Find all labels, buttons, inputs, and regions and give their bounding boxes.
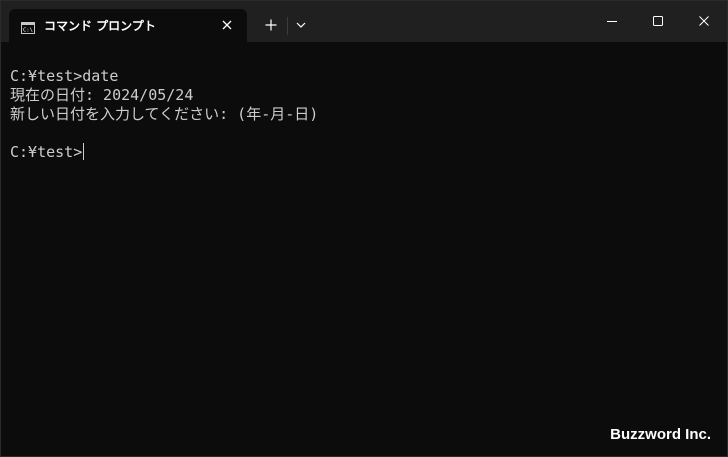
title-bar: C:\ コマンド プロンプト <box>1 1 727 42</box>
maximize-icon <box>653 16 663 26</box>
tab-separator <box>287 17 288 35</box>
chevron-down-icon <box>296 22 306 28</box>
watermark: Buzzword Inc. <box>610 426 711 443</box>
minimize-icon <box>607 21 617 22</box>
terminal-prompt-line: C:¥test> <box>10 143 719 162</box>
close-icon <box>699 16 709 26</box>
window-close-button[interactable] <box>681 1 727 41</box>
terminal-line: 現在の日付: 2024/05/24 <box>10 86 194 104</box>
close-icon[interactable] <box>219 17 235 33</box>
terminal-output[interactable]: C:¥test>date 現在の日付: 2024/05/24 新しい日付を入力し… <box>10 67 719 448</box>
tab-title: コマンド プロンプト <box>44 19 156 33</box>
tab-command-prompt[interactable]: C:\ コマンド プロンプト <box>9 9 247 42</box>
terminal-window: C:\ コマンド プロンプト C:¥test>date 現在の日付: 2024/… <box>0 0 728 457</box>
cmd-icon: C:\ <box>21 19 35 34</box>
new-tab-button[interactable] <box>259 14 283 36</box>
terminal-prompt: C:¥test> <box>10 143 83 161</box>
svg-text:C:\: C:\ <box>23 28 33 34</box>
text-cursor <box>83 143 85 160</box>
terminal-line: C:¥test>date <box>10 67 119 85</box>
maximize-button[interactable] <box>635 1 681 41</box>
minimize-button[interactable] <box>589 1 635 41</box>
terminal-line: 新しい日付を入力してください: (年-月-日) <box>10 105 319 123</box>
tab-dropdown-button[interactable] <box>291 14 311 36</box>
plus-icon <box>265 19 277 31</box>
